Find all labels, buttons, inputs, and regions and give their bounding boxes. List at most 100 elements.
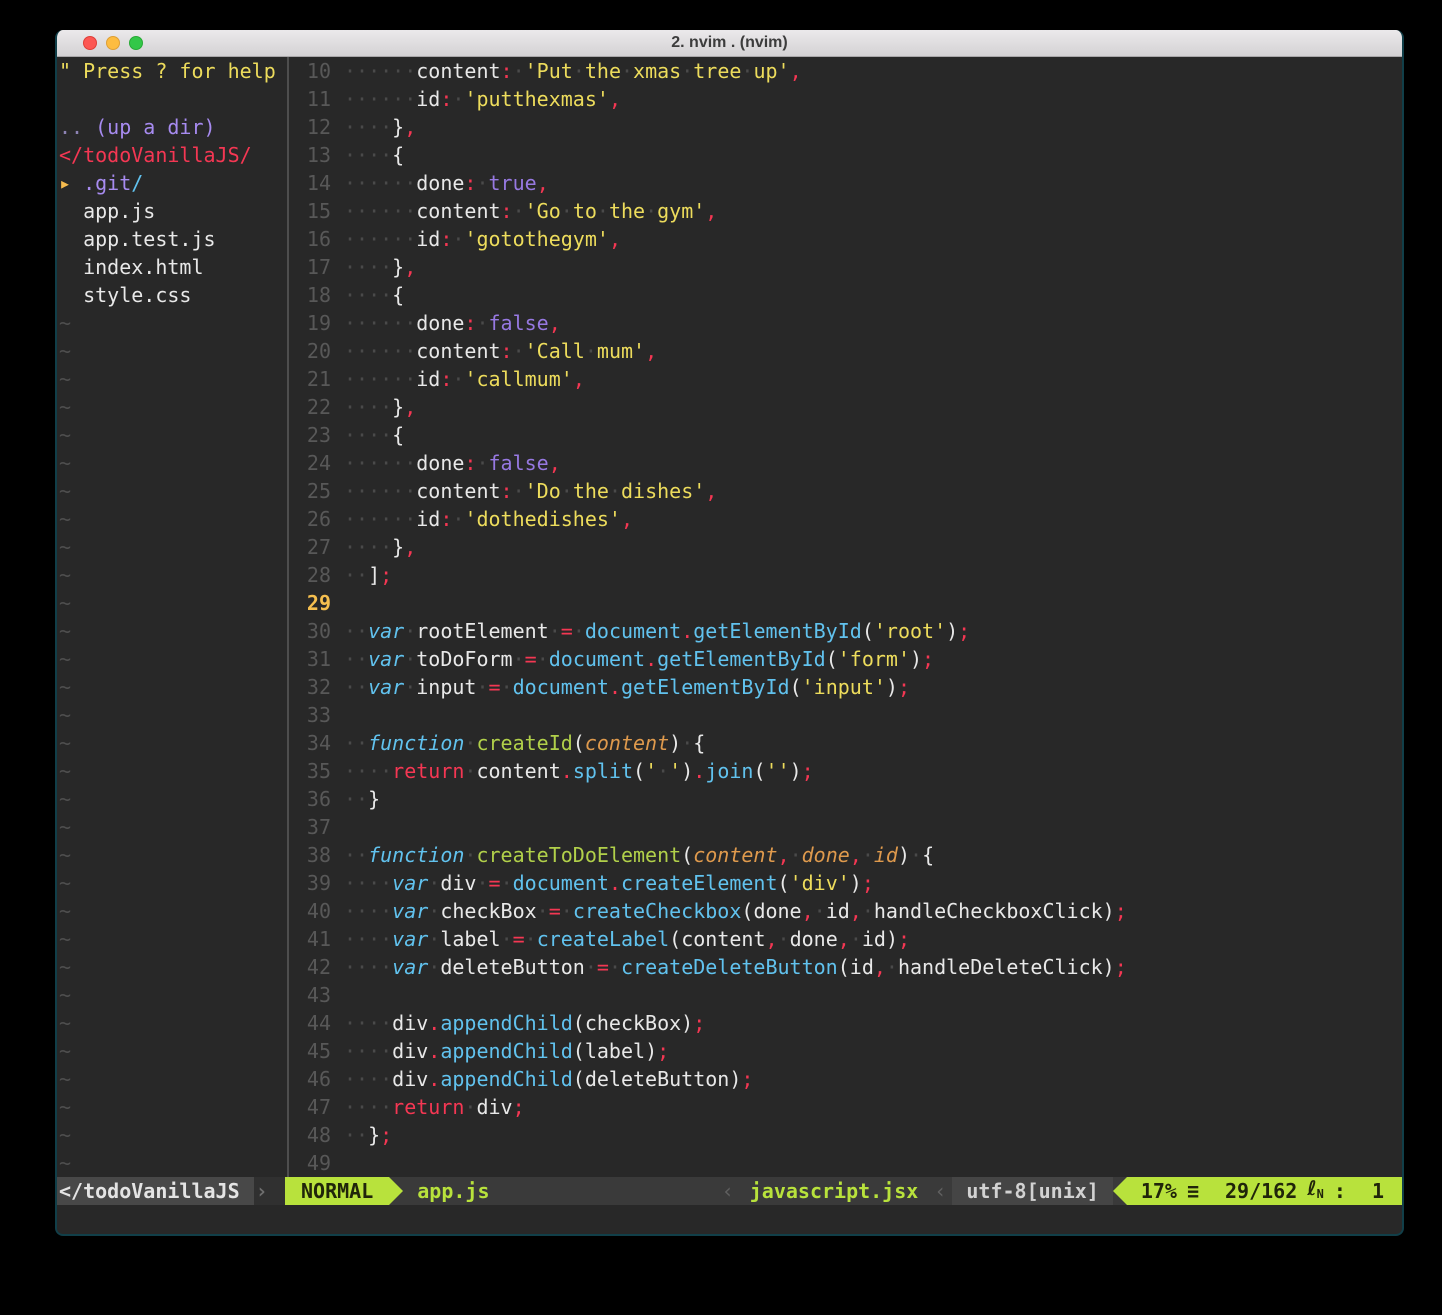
empty-buffer-line: ~ — [59, 1037, 287, 1065]
code-token: · — [404, 647, 416, 671]
code-line[interactable]: 18····{ — [289, 281, 1402, 309]
code-line[interactable]: 36··} — [289, 785, 1402, 813]
code-token: = — [597, 955, 609, 979]
code-line[interactable]: 14······done:·true, — [289, 169, 1402, 197]
code-token: deleteButton — [585, 1067, 730, 1091]
code-token: · — [476, 871, 488, 895]
code-token: · — [404, 619, 416, 643]
code-token: ) — [1103, 899, 1115, 923]
code-line[interactable]: 11······id:·'putthexmas', — [289, 85, 1402, 113]
code-token: 'Go — [525, 199, 561, 223]
code-line[interactable]: 16······id:·'gotothegym', — [289, 225, 1402, 253]
line-number: 43 — [289, 981, 331, 1009]
code-line[interactable]: 47····return·div; — [289, 1093, 1402, 1121]
code-token: handleCheckboxClick — [874, 899, 1103, 923]
tree-item[interactable]: " Press ? for help — [59, 57, 287, 85]
tree-item[interactable]: ▸ .git/ — [59, 169, 287, 197]
code-line[interactable]: 20······content:·'Call·mum', — [289, 337, 1402, 365]
code-line[interactable]: 34··function·createId(content)·{ — [289, 729, 1402, 757]
code-line[interactable]: 33 — [289, 701, 1402, 729]
code-token: true — [489, 171, 537, 195]
tilde-marker: ~ — [59, 955, 71, 979]
code-line[interactable]: 22····}, — [289, 393, 1402, 421]
tilde-marker: ~ — [59, 395, 71, 419]
tree-item[interactable]: style.css — [59, 281, 287, 309]
line-number: 22 — [289, 393, 331, 421]
tilde-marker: ~ — [59, 927, 71, 951]
code-token: . — [428, 1067, 440, 1091]
code-token: label — [440, 927, 500, 951]
tree-item[interactable]: .. (up a dir) — [59, 113, 287, 141]
code-token: · — [513, 647, 525, 671]
code-line[interactable]: 37 — [289, 813, 1402, 841]
powerline-arrow-left-icon — [1113, 1177, 1127, 1205]
code-token: = — [489, 871, 501, 895]
code-line[interactable]: 24······done:·false, — [289, 449, 1402, 477]
tree-item[interactable]: app.test.js — [59, 225, 287, 253]
code-token: id — [826, 899, 850, 923]
empty-buffer-line: ~ — [59, 1065, 287, 1093]
line-number: 10 — [289, 57, 331, 85]
code-line[interactable]: 44····div.appendChild(checkBox); — [289, 1009, 1402, 1037]
code-token: 'Do — [525, 479, 561, 503]
line-number: 40 — [289, 897, 331, 925]
code-token: · — [476, 451, 488, 475]
tree-item-text: / — [131, 171, 143, 195]
code-line[interactable]: 41····var·label·=·createLabel(content,·d… — [289, 925, 1402, 953]
code-token: · — [814, 899, 826, 923]
code-line[interactable]: 17····}, — [289, 253, 1402, 281]
code-line[interactable]: 23····{ — [289, 421, 1402, 449]
tilde-marker: ~ — [59, 759, 71, 783]
code-token: · — [621, 59, 633, 83]
code-token: ·· — [344, 731, 368, 755]
code-token: function — [368, 843, 464, 867]
code-token: , — [645, 339, 657, 363]
code-line[interactable]: 25······content:·'Do·the·dishes', — [289, 477, 1402, 505]
code-token: ······ — [344, 339, 416, 363]
code-line[interactable]: 15······content:·'Go·to·the·gym', — [289, 197, 1402, 225]
code-line[interactable]: 30··var·rootElement·=·document.getElemen… — [289, 617, 1402, 645]
code-token: , — [404, 115, 416, 139]
code-line[interactable]: 38··function·createToDoElement(content,·… — [289, 841, 1402, 869]
code-line[interactable]: 28··]; — [289, 561, 1402, 589]
empty-buffer-line: ~ — [59, 393, 287, 421]
code-line[interactable]: 13····{ — [289, 141, 1402, 169]
code-line[interactable]: 19······done:·false, — [289, 309, 1402, 337]
code-token: dishes' — [621, 479, 705, 503]
code-line[interactable]: 29 — [289, 589, 1402, 617]
window-titlebar[interactable]: 2. nvim . (nvim) — [57, 30, 1402, 57]
code-line[interactable]: 12····}, — [289, 113, 1402, 141]
code-line[interactable]: 27····}, — [289, 533, 1402, 561]
code-token: 'callmum' — [464, 367, 572, 391]
code-line[interactable]: 43 — [289, 981, 1402, 1009]
code-line[interactable]: 48··}; — [289, 1121, 1402, 1149]
line-number: 42 — [289, 953, 331, 981]
tree-item[interactable]: app.js — [59, 197, 287, 225]
code-line[interactable]: 39····var·div·=·document.createElement('… — [289, 869, 1402, 897]
tree-item[interactable]: index.html — [59, 253, 287, 281]
line-number: 16 — [289, 225, 331, 253]
command-line[interactable] — [57, 1205, 1402, 1233]
code-line[interactable]: 26······id:·'dothedishes', — [289, 505, 1402, 533]
code-line[interactable]: 45····div.appendChild(label); — [289, 1037, 1402, 1065]
code-token: · — [452, 507, 464, 531]
code-token: · — [476, 675, 488, 699]
code-line[interactable]: 21······id:·'callmum', — [289, 365, 1402, 393]
code-line[interactable]: 10······content:·'Put·the·xmas·tree·up', — [289, 57, 1402, 85]
code-token: · — [452, 87, 464, 111]
code-line[interactable]: 32··var·input·=·document.getElementById(… — [289, 673, 1402, 701]
code-line[interactable]: 42····var·deleteButton·=·createDeleteBut… — [289, 953, 1402, 981]
code-token: ' — [645, 759, 657, 783]
code-line[interactable]: 46····div.appendChild(deleteButton); — [289, 1065, 1402, 1093]
code-token: ···· — [344, 1039, 392, 1063]
code-token: ······ — [344, 507, 416, 531]
code-line[interactable]: 40····var·checkBox·=·createCheckbox(done… — [289, 897, 1402, 925]
code-line[interactable]: 35····return·content.split('·').join('')… — [289, 757, 1402, 785]
code-token: ···· — [344, 423, 392, 447]
code-token: } — [368, 787, 380, 811]
code-token: , — [838, 927, 850, 951]
tree-item[interactable]: </todoVanillaJS/ — [59, 141, 287, 169]
code-token: , — [766, 927, 778, 951]
code-line[interactable]: 49 — [289, 1149, 1402, 1177]
code-line[interactable]: 31··var·toDoForm·=·document.getElementBy… — [289, 645, 1402, 673]
